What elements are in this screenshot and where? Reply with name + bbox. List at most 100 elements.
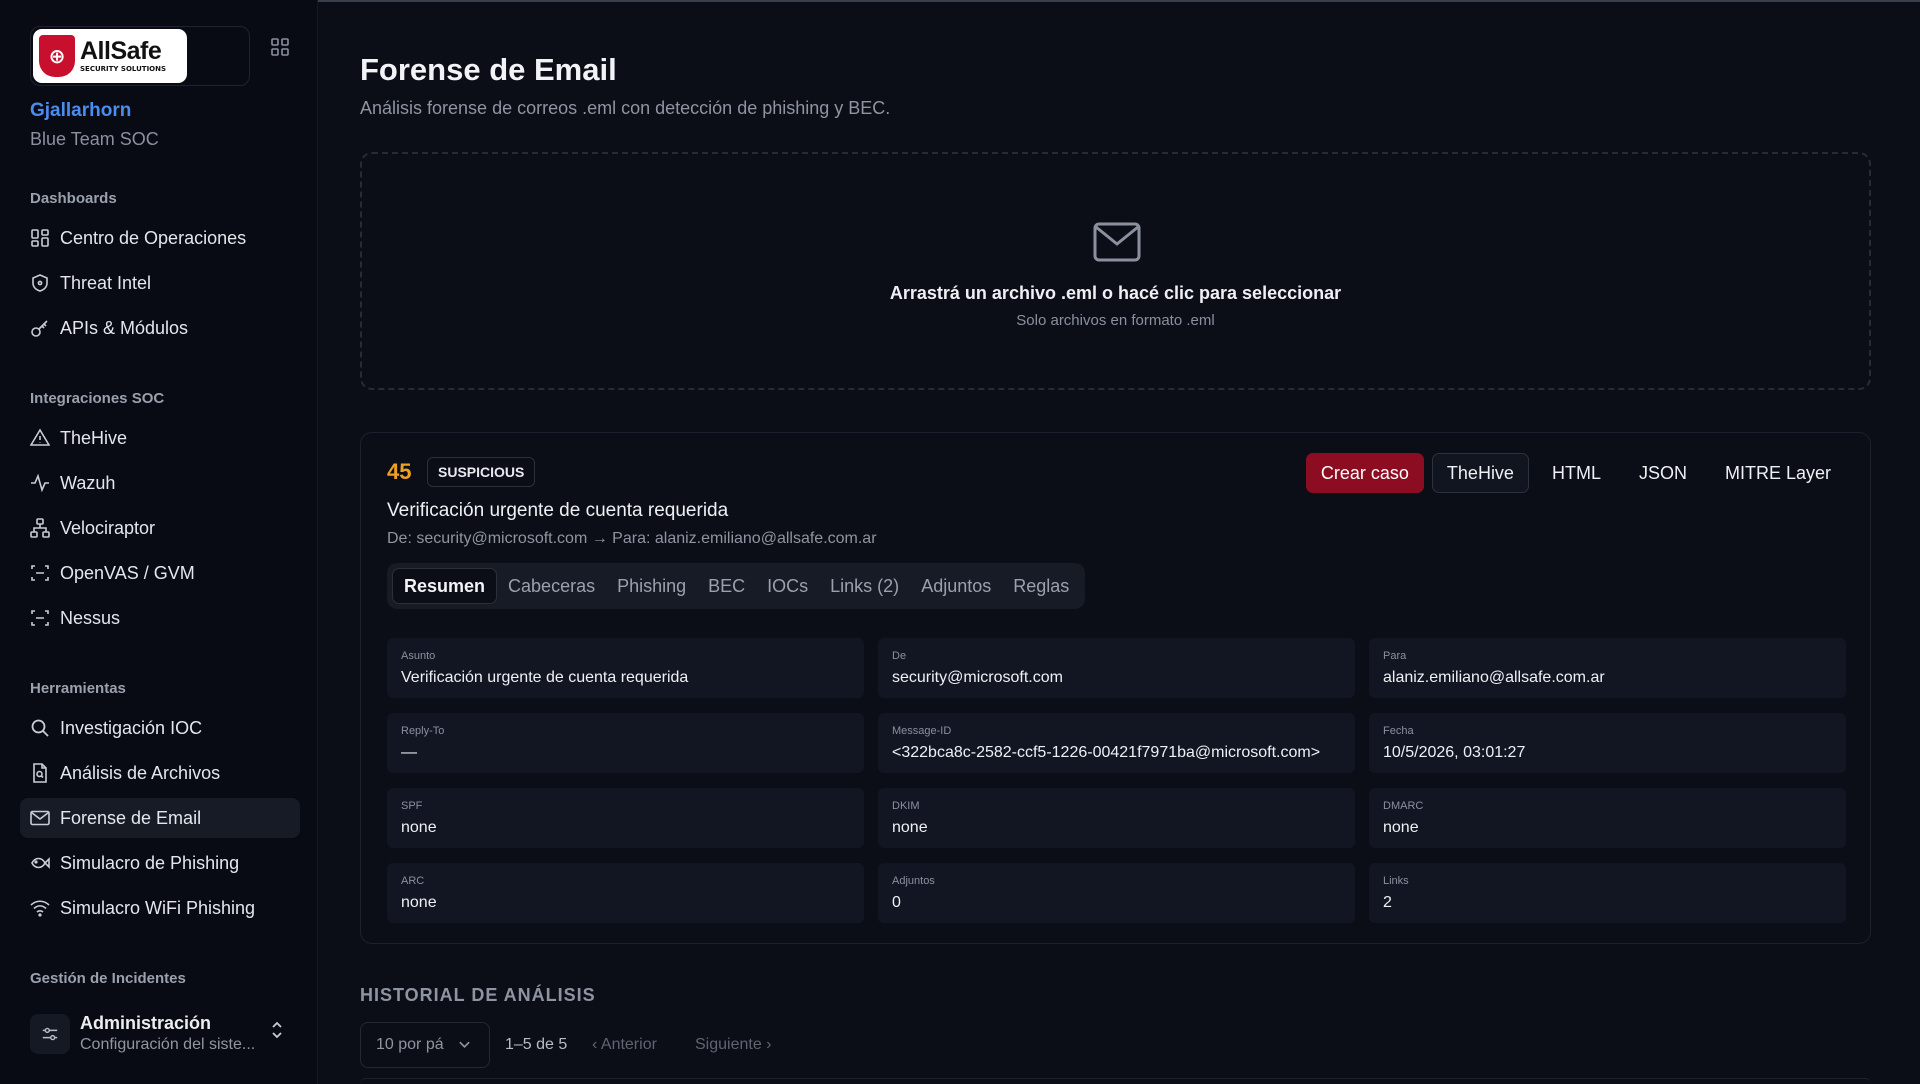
nav-item-simulacro-wifi[interactable]: Simulacro WiFi Phishing bbox=[20, 888, 300, 928]
sliders-icon bbox=[30, 1014, 70, 1054]
nav-item-simulacro-phishing[interactable]: Simulacro de Phishing bbox=[20, 843, 300, 883]
export-html-button[interactable]: HTML bbox=[1537, 453, 1616, 493]
team-name: Blue Team SOC bbox=[30, 129, 159, 149]
risk-score: 45 bbox=[387, 459, 412, 484]
dashboard-icon bbox=[30, 228, 50, 248]
file-search-icon bbox=[30, 763, 50, 783]
field-value: 0 bbox=[892, 894, 901, 911]
tab-adjuntos[interactable]: Adjuntos bbox=[910, 568, 1002, 604]
nav-item-label: Nessus bbox=[60, 607, 121, 628]
field-reply-to: Reply-To — bbox=[387, 713, 864, 773]
email-subject: Verificación urgente de cuenta requerida bbox=[387, 500, 729, 521]
tab-iocs[interactable]: IOCs bbox=[756, 568, 819, 604]
tab-reglas[interactable]: Reglas bbox=[1002, 568, 1080, 604]
nav-item-wazuh[interactable]: Wazuh bbox=[20, 463, 300, 503]
next-page-button[interactable]: Siguiente › bbox=[695, 1036, 772, 1054]
field-value: <322bca8c-2582-ccf5-1226-00421f7971ba@mi… bbox=[892, 744, 1321, 761]
thehive-button[interactable]: TheHive bbox=[1431, 453, 1529, 493]
create-case-button[interactable]: Crear caso bbox=[1305, 453, 1424, 493]
grid-icon[interactable] bbox=[271, 38, 289, 56]
field-value: alaniz.emiliano@allsafe.com.ar bbox=[1383, 669, 1605, 686]
field-para: Para alaniz.emiliano@allsafe.com.ar bbox=[1369, 638, 1846, 698]
nav-item-analisis-archivos[interactable]: Análisis de Archivos bbox=[20, 753, 300, 793]
nav-item-nessus[interactable]: Nessus bbox=[20, 598, 300, 638]
search-icon bbox=[30, 718, 50, 738]
sidebar: ⊕ AllSafe SECURITY SOLUTIONS Gjallarhorn… bbox=[0, 0, 318, 1084]
field-de: De security@microsoft.com bbox=[878, 638, 1355, 698]
org-name: Gjallarhorn bbox=[30, 100, 132, 121]
nav-section-dashboards: Dashboards bbox=[30, 190, 117, 207]
warning-triangle-icon bbox=[30, 428, 50, 448]
field-value: 10/5/2026, 03:01:27 bbox=[1383, 744, 1526, 761]
nav-item-label: Simulacro de Phishing bbox=[60, 852, 240, 873]
field-spf: SPF none bbox=[387, 788, 864, 848]
field-value: none bbox=[1383, 819, 1419, 836]
scan-icon bbox=[30, 563, 50, 583]
field-label: SPF bbox=[401, 800, 423, 812]
field-label: Para bbox=[1383, 650, 1407, 662]
shield-icon bbox=[30, 273, 50, 293]
logo-name: AllSafe bbox=[80, 37, 162, 65]
shield-logo-icon: ⊕ bbox=[39, 35, 75, 77]
tab-resumen[interactable]: Resumen bbox=[392, 568, 498, 604]
page-size-select[interactable]: 10 por pá bbox=[360, 1022, 490, 1068]
chevron-up-down-icon bbox=[270, 1020, 284, 1044]
nav-item-label: TheHive bbox=[60, 427, 128, 448]
pagination-range: 1–5 de 5 bbox=[505, 1036, 568, 1053]
nav-item-investigacion-ioc[interactable]: Investigación IOC bbox=[20, 708, 300, 748]
eml-dropzone[interactable]: Arrastrá un archivo .eml o hacé clic par… bbox=[360, 152, 1871, 390]
tab-bec[interactable]: BEC bbox=[697, 568, 756, 604]
tab-cabeceras[interactable]: Cabeceras bbox=[497, 568, 606, 604]
nav-item-threat-intel[interactable]: Threat Intel bbox=[20, 263, 300, 303]
nav-item-openvas[interactable]: OpenVAS / GVM bbox=[20, 553, 300, 593]
nav-item-thehive[interactable]: TheHive bbox=[20, 418, 300, 458]
field-adjuntos: Adjuntos 0 bbox=[878, 863, 1355, 923]
nav-item-label: Simulacro WiFi Phishing bbox=[60, 897, 256, 918]
nav-item-label: Wazuh bbox=[60, 472, 116, 493]
nav-item-centro-operaciones[interactable]: Centro de Operaciones bbox=[20, 218, 300, 258]
export-json-button[interactable]: JSON bbox=[1624, 453, 1702, 493]
verdict-badge: SUSPICIOUS bbox=[427, 457, 536, 487]
dropzone-title: Arrastrá un archivo .eml o hacé clic par… bbox=[889, 283, 1342, 303]
field-dkim: DKIM none bbox=[878, 788, 1355, 848]
previous-page-button[interactable]: ‹ Anterior bbox=[592, 1036, 657, 1054]
logo-tagline: SECURITY SOLUTIONS bbox=[80, 65, 167, 73]
email-from-to: De: security@microsoft.com → Para: alani… bbox=[387, 530, 877, 547]
allsafe-logo: ⊕ AllSafe SECURITY SOLUTIONS bbox=[33, 29, 187, 83]
nav-item-velociraptor[interactable]: Velociraptor bbox=[20, 508, 300, 548]
field-value: none bbox=[401, 819, 437, 836]
field-label: Reply-To bbox=[401, 725, 445, 737]
page-size-value: 10 por pá bbox=[376, 1036, 444, 1053]
nav-item-label: Análisis de Archivos bbox=[60, 762, 221, 783]
field-label: DKIM bbox=[892, 800, 920, 812]
mitre-layer-button[interactable]: MITRE Layer bbox=[1710, 453, 1846, 493]
dropzone-hint: Solo archivos en formato .eml bbox=[1016, 312, 1215, 329]
tab-phishing[interactable]: Phishing bbox=[606, 568, 697, 604]
nav-item-label: OpenVAS / GVM bbox=[60, 562, 195, 583]
nav-item-label: APIs & Módulos bbox=[60, 317, 189, 338]
fish-icon bbox=[30, 853, 50, 873]
field-value: — bbox=[401, 744, 417, 761]
field-value: security@microsoft.com bbox=[892, 669, 1063, 686]
brand-switcher[interactable]: ⊕ AllSafe SECURITY SOLUTIONS bbox=[30, 26, 250, 86]
analysis-result-card: 45 SUSPICIOUS Verificación urgente de cu… bbox=[360, 432, 1871, 944]
key-icon bbox=[30, 318, 50, 338]
field-label: Adjuntos bbox=[892, 875, 935, 887]
tab-links[interactable]: Links (2) bbox=[819, 568, 910, 604]
nav-item-forense-email[interactable]: Forense de Email bbox=[20, 798, 300, 838]
field-label: De bbox=[892, 650, 907, 662]
admin-menu[interactable]: Administración Configuración del siste..… bbox=[30, 1012, 300, 1056]
admin-title: Administración bbox=[80, 1013, 212, 1033]
nav-item-label: Centro de Operaciones bbox=[60, 227, 247, 248]
field-value: 2 bbox=[1383, 894, 1392, 911]
field-links: Links 2 bbox=[1369, 863, 1846, 923]
nav-item-apis-modulos[interactable]: APIs & Módulos bbox=[20, 308, 300, 348]
field-dmarc: DMARC none bbox=[1369, 788, 1846, 848]
page-subtitle: Análisis forense de correos .eml con det… bbox=[360, 98, 891, 118]
history-table-edge bbox=[360, 1078, 1871, 1084]
nav-item-label: Threat Intel bbox=[60, 272, 152, 293]
field-value: none bbox=[892, 819, 928, 836]
history-title: HISTORIAL DE ANÁLISIS bbox=[360, 985, 596, 1005]
nav-item-label: Investigación IOC bbox=[60, 717, 203, 738]
field-value: none bbox=[401, 894, 437, 911]
